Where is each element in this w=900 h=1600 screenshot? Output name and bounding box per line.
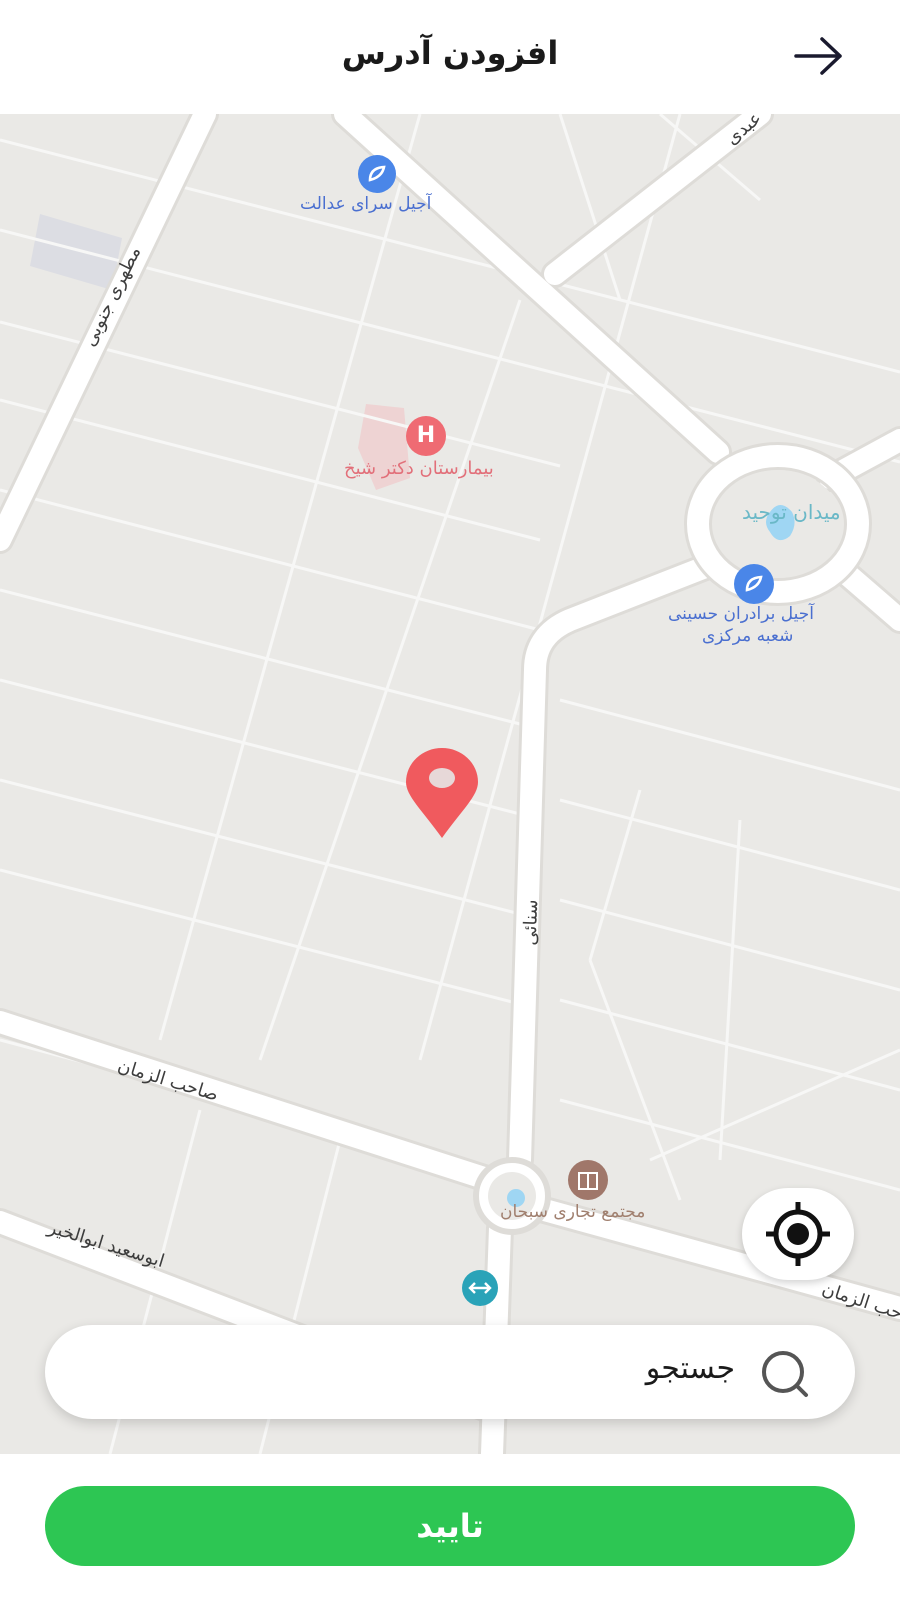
locate-me-button[interactable]: [742, 1188, 854, 1280]
street-label-sanaei: سنائی: [519, 899, 543, 946]
poi-label-ajil-hosseini[interactable]: آجیل برادران حسینی: [668, 604, 814, 624]
map-pin-icon[interactable]: [404, 748, 480, 840]
poi-label-hospital[interactable]: بیمارستان دکتر شیخ: [344, 458, 494, 479]
confirm-button[interactable]: تایید: [45, 1486, 855, 1566]
hospital-icon[interactable]: H: [406, 416, 446, 456]
poi-label-ajil-edalat[interactable]: آجیل سرای عدالت: [300, 194, 431, 214]
search-icon: [762, 1351, 808, 1397]
mall-icon[interactable]: [568, 1160, 608, 1200]
app-header: افزودن آدرس: [0, 0, 900, 114]
page-title: افزودن آدرس: [341, 34, 559, 72]
transit-icon[interactable]: [462, 1270, 498, 1306]
shop-icon[interactable]: [734, 564, 774, 604]
back-button[interactable]: [790, 30, 850, 82]
arrow-right-icon: [794, 37, 842, 75]
search-input[interactable]: جستجو: [646, 1351, 735, 1386]
locate-icon: [766, 1202, 830, 1266]
poi-label-square[interactable]: میدان توحید: [742, 500, 841, 524]
shop-icon[interactable]: [358, 155, 396, 193]
poi-label-ajil-hosseini-branch[interactable]: شعبه مرکزی: [702, 626, 793, 646]
poi-label-mall[interactable]: مجتمع تجاری سبحان: [500, 1202, 645, 1222]
search-bar[interactable]: جستجو: [45, 1325, 855, 1419]
